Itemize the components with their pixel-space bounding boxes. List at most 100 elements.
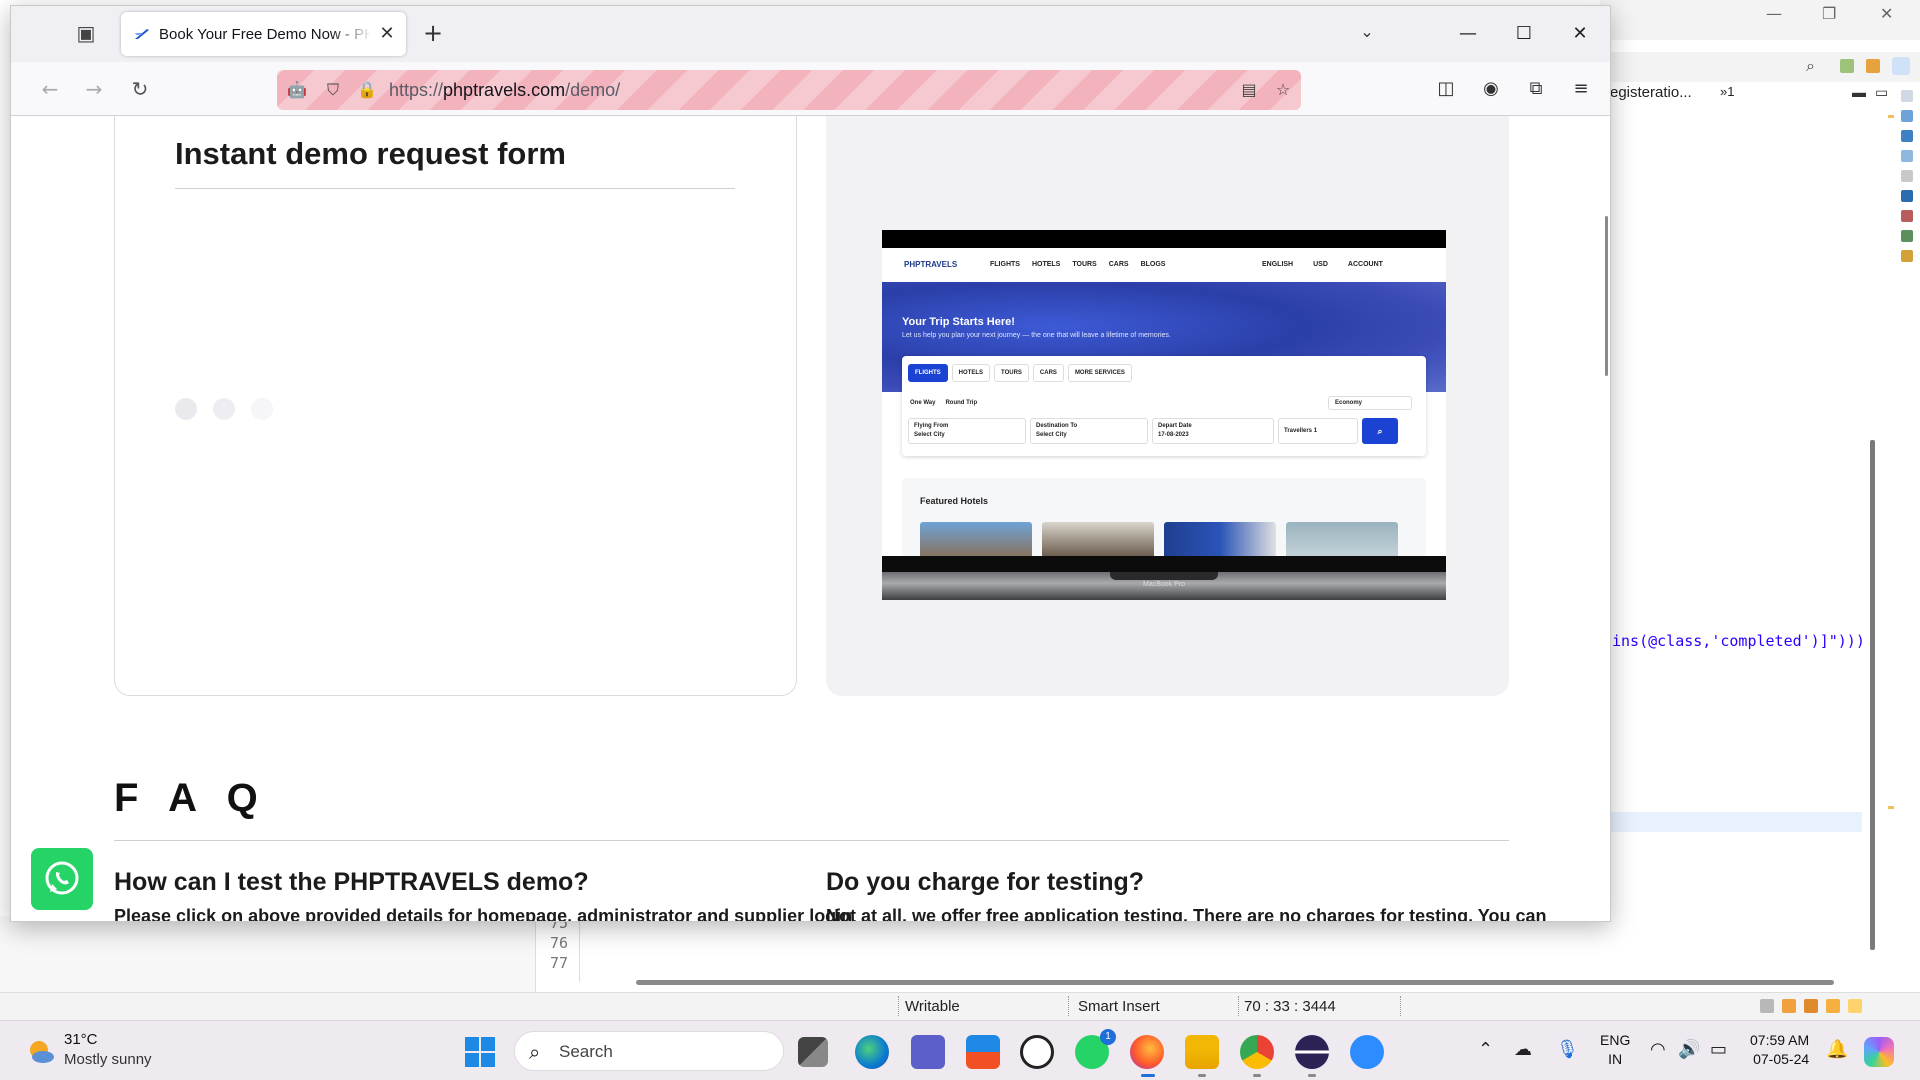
volume-icon[interactable]: 🔊 (1678, 1039, 1700, 1060)
mock-round-trip: Round Trip (945, 400, 978, 406)
address-bar[interactable]: 🤖 ⛉ 🔒 https://phptravels.com/demo/ ▤ ☆ (277, 70, 1301, 110)
weather-sun-cloud-icon[interactable] (26, 1037, 56, 1067)
new-tab-button[interactable]: + (419, 20, 447, 48)
ide-status-bar: Writable Smart Insert 70 : 33 : 3444 (0, 992, 1920, 1020)
battery-icon[interactable]: ▭ (1710, 1039, 1727, 1060)
status-pencil-icon[interactable] (1826, 999, 1840, 1013)
active-tab[interactable]: Book Your Free Demo Now - PHPTRAVELS ✕ (121, 12, 406, 56)
reload-icon[interactable]: ↻ (125, 74, 155, 104)
mock-depart-label: Depart Date (1158, 423, 1192, 429)
ide-search-icon[interactable]: ⌕ (1806, 56, 1815, 76)
window-minimize-icon[interactable]: — (1453, 20, 1483, 48)
onedrive-cloud-icon[interactable]: ☁ (1514, 1039, 1532, 1060)
forward-icon[interactable]: → (79, 74, 109, 104)
task-view-icon[interactable] (798, 1037, 828, 1067)
url-text[interactable]: https://phptravels.com/demo/ (389, 80, 620, 101)
status-writable: Writable (905, 998, 960, 1015)
ide-editor-tab[interactable]: egisteratio... »1 (1610, 84, 1890, 108)
form-divider (175, 188, 735, 189)
status-lightbulb-icon[interactable] (1848, 999, 1862, 1013)
ide-close-icon[interactable]: ✕ (1880, 4, 1893, 23)
file-explorer-icon[interactable] (1185, 1035, 1219, 1069)
status-separator (1400, 996, 1401, 1016)
status-icons (1760, 999, 1862, 1013)
form-title: Instant demo request form (175, 136, 566, 171)
eclipse-icon[interactable] (1295, 1035, 1329, 1069)
tab-close-icon[interactable]: ✕ (375, 22, 399, 46)
firefox-icon[interactable] (1130, 1035, 1164, 1069)
windows-start-icon[interactable] (465, 1037, 495, 1067)
bookmark-star-icon[interactable]: ☆ (1271, 78, 1295, 102)
mock-cabin-select: Economy (1328, 396, 1412, 410)
ide-minimize-icon[interactable]: — (1766, 4, 1782, 23)
page-scrollbar[interactable] (1605, 216, 1608, 376)
microsoft-store-icon[interactable] (966, 1035, 1000, 1069)
faq-question: How can I test the PHPTRAVELS demo? (114, 868, 589, 896)
status-folder-icon[interactable] (1782, 999, 1796, 1013)
navigation-toolbar: ← → ↻ 🤖 ⛉ 🔒 https://phptravels.com/demo/… (11, 62, 1610, 116)
faq-divider (114, 840, 1509, 841)
mock-nav-item: TOURS (1072, 261, 1097, 268)
outline-icon[interactable] (1901, 90, 1913, 102)
window-maximize-icon[interactable]: ☐ (1509, 20, 1539, 48)
copilot-icon[interactable] (1864, 1037, 1894, 1067)
window-close-icon[interactable]: ✕ (1565, 20, 1595, 48)
console-icon[interactable] (1901, 190, 1913, 202)
ide-horizontal-scrollbar[interactable] (636, 980, 1834, 985)
chrome-icon[interactable] (1240, 1035, 1274, 1069)
breakpoints-icon[interactable] (1901, 130, 1913, 142)
demo-screenshot-mockup: PHPTRAVELS FLIGHTS HOTELS TOURS CARS BLO… (882, 230, 1446, 600)
debug-perspective-icon[interactable] (1892, 57, 1910, 75)
mock-laptop-notch (1110, 572, 1218, 580)
perspective-icon[interactable] (1840, 59, 1854, 73)
clock-date: 07-05-24 (1753, 1051, 1810, 1067)
notifications-bell-icon[interactable]: 🔔 (1826, 1039, 1848, 1060)
mock-tab: MORE SERVICES (1067, 364, 1132, 382)
input-language-indicator[interactable]: ENG IN (1600, 1031, 1630, 1069)
mock-search-fields: Flying From Select City Destination To S… (908, 418, 1398, 444)
ide-restore-icon[interactable]: ❐ (1822, 4, 1836, 23)
list-all-tabs-icon[interactable]: ⌄ (1355, 22, 1379, 46)
variables-icon[interactable] (1901, 110, 1913, 122)
weather-temperature[interactable]: 31°C (64, 1031, 98, 1048)
pocket-icon[interactable]: ◫ (1431, 74, 1461, 104)
java-perspective-icon[interactable] (1866, 59, 1880, 73)
whatsapp-chat-button[interactable] (31, 848, 93, 910)
wifi-icon[interactable]: ◠ (1650, 1039, 1666, 1060)
zoom-icon[interactable] (1350, 1035, 1384, 1069)
dell-icon[interactable] (1020, 1035, 1054, 1069)
status-sync-icon[interactable] (1760, 999, 1774, 1013)
phptravels-favicon-icon (135, 29, 149, 39)
tracking-protection-shield-icon[interactable]: ⛉ (321, 78, 345, 102)
tab-overview-icon[interactable]: ▣ (73, 20, 99, 46)
ide-tab-overflow[interactable]: »1 (1720, 84, 1734, 99)
status-tasks-icon[interactable] (1804, 999, 1818, 1013)
menu-hamburger-icon[interactable]: ≡ (1566, 74, 1596, 104)
remote-control-icon[interactable]: 🤖 (285, 78, 309, 102)
url-path: /demo/ (565, 80, 621, 100)
taskbar-search[interactable]: ⌕ Search (514, 1031, 784, 1071)
extensions-icon[interactable]: ⧉ (1521, 74, 1551, 104)
javadoc-icon[interactable] (1901, 230, 1913, 242)
expressions-icon[interactable] (1901, 150, 1913, 162)
show-hidden-icons-chevron-icon[interactable]: ⌃ (1478, 1039, 1493, 1060)
back-icon[interactable]: ← (35, 74, 65, 104)
microphone-icon[interactable]: 🎙 (1556, 1039, 1579, 1060)
lock-icon[interactable]: 🔒 (355, 78, 379, 102)
ide-vertical-scrollbar[interactable] (1870, 440, 1875, 950)
declaration-icon[interactable] (1901, 250, 1913, 262)
ide-maximize-view-icon[interactable]: ▭ (1875, 84, 1888, 101)
taskbar-clock[interactable]: 07:59 AM 07-05-24 (1750, 1031, 1809, 1069)
edge-browser-icon[interactable] (855, 1035, 889, 1069)
teams-icon[interactable] (911, 1035, 945, 1069)
ide-overview-ruler-mark-top (1888, 115, 1894, 118)
minimized-view-icon[interactable] (1901, 170, 1913, 182)
ide-minimize-view-icon[interactable]: ▬ (1852, 84, 1866, 100)
account-icon[interactable]: ◉ (1476, 74, 1506, 104)
ide-current-line-highlight (1610, 812, 1862, 832)
reader-view-icon[interactable]: ▤ (1237, 78, 1261, 102)
weather-description[interactable]: Mostly sunny (64, 1051, 152, 1068)
problems-icon[interactable] (1901, 210, 1913, 222)
mock-from-field: Flying From Select City (908, 418, 1026, 444)
mock-destination-value: Select City (1036, 432, 1067, 438)
